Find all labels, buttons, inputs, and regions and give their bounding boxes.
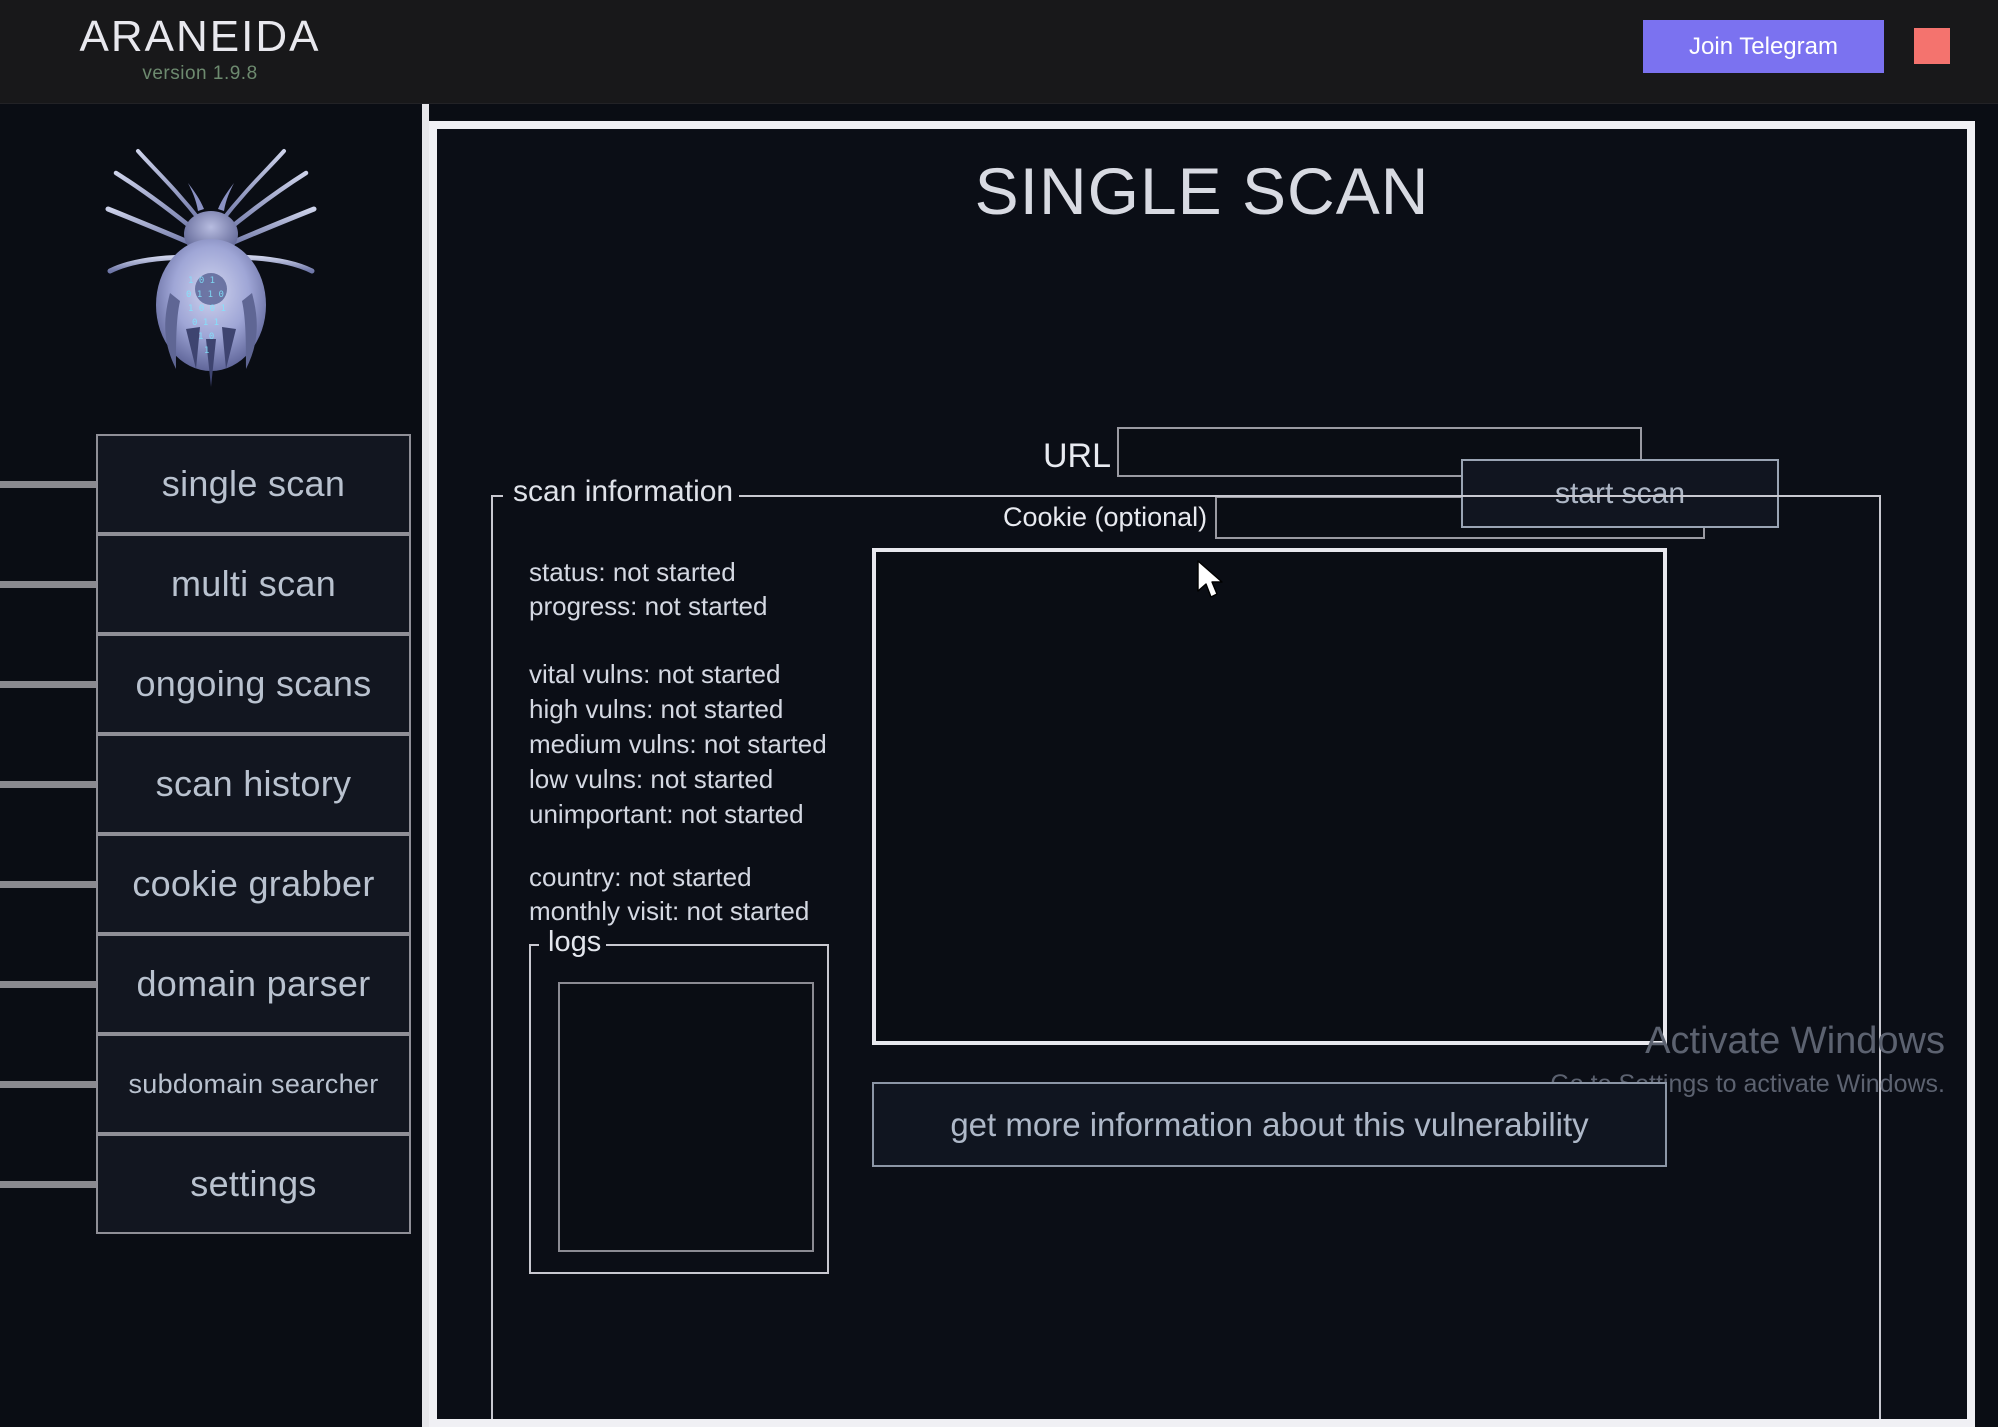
- medium-vulns-line: medium vulns: not started: [529, 729, 827, 759]
- svg-text:1 0: 1 0: [198, 332, 214, 342]
- high-vulns-line: high vulns: not started: [529, 694, 784, 724]
- sidebar-item-label-ongoing-scans[interactable]: ongoing scans: [96, 634, 411, 734]
- sidebar-item-label-settings[interactable]: settings: [96, 1134, 411, 1234]
- url-label: URL: [1043, 437, 1112, 475]
- join-telegram-button[interactable]: Join Telegram: [1643, 20, 1884, 73]
- connector-line-icon: [0, 781, 103, 788]
- sidebar-item-subdomain-searcher[interactable]: subdomain searcher: [0, 1034, 422, 1134]
- sidebar-divider: [422, 104, 429, 1427]
- get-more-information-button[interactable]: get more information about this vulnerab…: [872, 1082, 1667, 1167]
- connector-line-icon: [0, 1181, 103, 1188]
- sidebar-item-domain-parser[interactable]: domain parser: [0, 934, 422, 1034]
- sidebar-item-cookie-grabber[interactable]: cookie grabber: [0, 834, 422, 934]
- brand-version: version 1.9.8: [142, 63, 258, 84]
- connector-line-icon: [0, 481, 103, 488]
- sidebar-item-settings[interactable]: settings: [0, 1134, 422, 1234]
- main-panel: SINGLE SCAN URL Cookie (optional) start …: [429, 121, 1975, 1427]
- sidebar-item-label-single-scan[interactable]: single scan: [96, 434, 411, 534]
- scan-results-box[interactable]: [872, 548, 1667, 1045]
- sidebar: 1 0 1 0 1 1 0 1 0 0 1 0 1 1 1 0 1 single…: [0, 104, 422, 1427]
- connector-line-icon: [0, 1081, 103, 1088]
- sidebar-item-ongoing-scans[interactable]: ongoing scans: [0, 634, 422, 734]
- sidebar-item-label-multi-scan[interactable]: multi scan: [96, 534, 411, 634]
- sidebar-item-multi-scan[interactable]: multi scan: [0, 534, 422, 634]
- sidebar-item-scan-history[interactable]: scan history: [0, 734, 422, 834]
- close-square-icon[interactable]: [1914, 28, 1950, 64]
- country-line: country: not started: [529, 862, 752, 892]
- svg-text:1: 1: [204, 346, 209, 356]
- progress-line: progress: not started: [529, 591, 768, 621]
- sidebar-item-label-cookie-grabber[interactable]: cookie grabber: [96, 834, 411, 934]
- brand-title: ARANEIDA: [79, 12, 321, 61]
- connector-line-icon: [0, 581, 103, 588]
- page-title: SINGLE SCAN: [974, 154, 1430, 228]
- sidebar-item-label-subdomain-searcher[interactable]: subdomain searcher: [96, 1034, 411, 1134]
- status-line: status: not started: [529, 557, 736, 587]
- svg-text:0 1 1 0: 0 1 1 0: [186, 290, 224, 300]
- connector-line-icon: [0, 981, 103, 988]
- svg-text:0 1 1: 0 1 1: [192, 318, 219, 328]
- connector-line-icon: [0, 881, 103, 888]
- svg-text:1 0 1: 1 0 1: [188, 276, 215, 286]
- spider-logo-icon: 1 0 1 0 1 1 0 1 0 0 1 0 1 1 1 0 1: [0, 104, 422, 434]
- sidebar-item-label-scan-history[interactable]: scan history: [96, 734, 411, 834]
- sidebar-item-single-scan[interactable]: single scan: [0, 434, 422, 534]
- logs-textarea[interactable]: [558, 982, 814, 1252]
- svg-text:1 0 0 1: 1 0 0 1: [188, 304, 226, 314]
- unimportant-line: unimportant: not started: [529, 799, 804, 829]
- sidebar-item-label-domain-parser[interactable]: domain parser: [96, 934, 411, 1034]
- monthly-visit-line: monthly visit: not started: [529, 896, 810, 926]
- brand: ARANEIDA version 1.9.8: [66, 12, 334, 86]
- app-header: ARANEIDA version 1.9.8 Join Telegram: [0, 0, 1998, 104]
- connector-line-icon: [0, 681, 103, 688]
- low-vulns-line: low vulns: not started: [529, 764, 774, 794]
- vital-vulns-line: vital vulns: not started: [529, 659, 781, 689]
